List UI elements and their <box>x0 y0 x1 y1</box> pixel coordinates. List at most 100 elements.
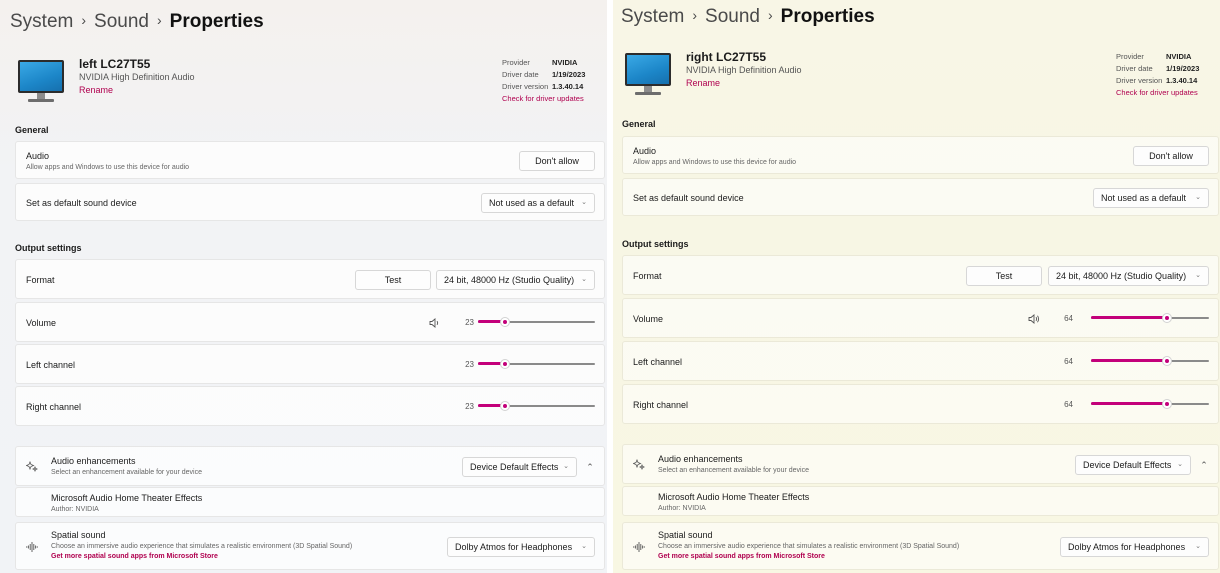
microsoft-store-link[interactable]: Get more spatial sound apps from Microso… <box>658 553 825 560</box>
monitor-icon <box>625 53 671 97</box>
rename-link[interactable]: Rename <box>686 78 720 88</box>
breadcrumb-system[interactable]: System <box>621 6 684 27</box>
enhancement-item-title: Microsoft Audio Home Theater Effects <box>658 492 810 502</box>
enhancement-item-card: Microsoft Audio Home Theater Effects Aut… <box>622 486 1219 516</box>
driver-date-label: Driver date <box>502 70 539 79</box>
left-channel-label: Left channel <box>633 357 683 367</box>
audio-description: Allow apps and Windows to use this devic… <box>633 159 797 166</box>
enhancement-item-author: Author: NVIDIA <box>658 505 706 512</box>
general-section-title: General <box>15 125 49 135</box>
breadcrumb-sound[interactable]: Sound <box>705 6 760 27</box>
output-section-title: Output settings <box>622 239 689 249</box>
driver-date-value: 1/19/2023 <box>552 70 586 79</box>
provider-value: NVIDIA <box>1166 52 1192 61</box>
audio-enhancements-label: Audio enhancements <box>658 454 743 464</box>
enhancements-value: Device Default Effects <box>470 462 559 472</box>
spatial-sound-icon <box>633 542 645 552</box>
chevron-down-icon: ⌄ <box>581 276 587 283</box>
format-card: Format Test 24 bit, 48000 Hz (Studio Qua… <box>15 259 605 299</box>
audio-enhancements-card: Audio enhancements Select an enhancement… <box>622 444 1219 484</box>
chevron-up-icon[interactable]: ⌃ <box>1197 458 1211 472</box>
test-button[interactable]: Test <box>966 266 1042 286</box>
enhancements-value: Device Default Effects <box>1083 460 1172 470</box>
default-device-value: Not used as a default <box>1101 193 1187 203</box>
driver-date-label: Driver date <box>1116 64 1153 73</box>
audio-enhancements-card: Audio enhancements Select an enhancement… <box>15 446 605 486</box>
volume-slider[interactable] <box>1091 313 1209 323</box>
right-channel-card: Right channel 23 <box>15 386 605 426</box>
spatial-sound-dropdown[interactable]: Dolby Atmos for Headphones ⌄ <box>1060 537 1209 557</box>
spatial-sound-label: Spatial sound <box>51 530 106 540</box>
breadcrumb-separator: › <box>767 7 773 23</box>
spatial-sound-description: Choose an immersive audio experience tha… <box>51 543 353 550</box>
speaker-icon[interactable] <box>1028 314 1040 324</box>
breadcrumb: System › Sound › Properties <box>10 11 264 33</box>
check-driver-updates-link[interactable]: Check for driver updates <box>1116 88 1198 97</box>
audio-enhancements-label: Audio enhancements <box>51 456 136 466</box>
right-channel-label: Right channel <box>26 402 82 412</box>
spatial-sound-description: Choose an immersive audio experience tha… <box>658 543 960 550</box>
breadcrumb-current: Properties <box>169 11 264 32</box>
breadcrumb-current: Properties <box>780 6 875 27</box>
breadcrumb: System › Sound › Properties <box>621 6 875 28</box>
right-channel-value: 64 <box>1064 400 1073 409</box>
format-card: Format Test 24 bit, 48000 Hz (Studio Qua… <box>622 255 1219 295</box>
breadcrumb-system[interactable]: System <box>10 11 73 32</box>
format-dropdown[interactable]: 24 bit, 48000 Hz (Studio Quality) ⌄ <box>1048 266 1209 286</box>
default-device-card: Set as default sound device Not used as … <box>622 178 1219 216</box>
enhancement-item-title: Microsoft Audio Home Theater Effects <box>51 493 203 503</box>
speaker-icon[interactable] <box>429 318 441 328</box>
volume-card: Volume 64 <box>622 298 1219 338</box>
enhancements-dropdown[interactable]: Device Default Effects ⌄ <box>462 457 577 477</box>
audio-label: Audio <box>633 146 657 156</box>
device-name: left LC27T55 <box>79 57 151 71</box>
right-channel-slider[interactable] <box>1091 399 1209 409</box>
enhancements-dropdown[interactable]: Device Default Effects ⌄ <box>1075 455 1191 475</box>
device-name: right LC27T55 <box>686 50 767 64</box>
volume-label: Volume <box>633 314 664 324</box>
dont-allow-button[interactable]: Don't allow <box>519 151 595 171</box>
format-dropdown[interactable]: 24 bit, 48000 Hz (Studio Quality) ⌄ <box>436 270 595 290</box>
provider-label: Provider <box>502 58 530 67</box>
spatial-sound-label: Spatial sound <box>658 530 713 540</box>
enhancement-item-card: Microsoft Audio Home Theater Effects Aut… <box>15 487 605 517</box>
right-channel-label: Right channel <box>633 400 689 410</box>
device-subtitle: NVIDIA High Definition Audio <box>686 65 802 75</box>
chevron-down-icon: ⌄ <box>1195 543 1201 550</box>
breadcrumb-sound[interactable]: Sound <box>94 11 149 32</box>
dont-allow-button[interactable]: Don't allow <box>1133 146 1209 166</box>
default-device-card: Set as default sound device Not used as … <box>15 183 605 221</box>
chevron-down-icon: ⌄ <box>563 463 569 470</box>
right-channel-slider[interactable] <box>478 401 595 411</box>
chevron-down-icon: ⌄ <box>1177 461 1183 468</box>
spatial-sound-dropdown[interactable]: Dolby Atmos for Headphones ⌄ <box>447 537 595 557</box>
volume-slider[interactable] <box>478 317 595 327</box>
audio-label: Audio <box>26 151 50 161</box>
volume-label: Volume <box>26 318 57 328</box>
left-channel-card: Left channel 64 <box>622 341 1219 381</box>
check-driver-updates-link[interactable]: Check for driver updates <box>502 94 584 103</box>
driver-info: Provider NVIDIA Driver date 1/19/2023 Driv… <box>1116 51 1199 99</box>
right-channel-value: 23 <box>465 402 474 411</box>
left-channel-slider[interactable] <box>478 359 595 369</box>
provider-label: Provider <box>1116 52 1144 61</box>
spatial-sound-icon <box>26 542 38 552</box>
rename-link[interactable]: Rename <box>79 85 113 95</box>
default-device-value: Not used as a default <box>489 198 575 208</box>
spatial-sound-value: Dolby Atmos for Headphones <box>455 542 573 552</box>
provider-value: NVIDIA <box>552 58 578 67</box>
audio-card: Audio Allow apps and Windows to use this… <box>622 136 1219 174</box>
left-channel-value: 64 <box>1064 357 1073 366</box>
microsoft-store-link[interactable]: Get more spatial sound apps from Microso… <box>51 553 218 560</box>
default-device-dropdown[interactable]: Not used as a default ⌄ <box>1093 188 1209 208</box>
monitor-icon <box>18 60 64 104</box>
test-button[interactable]: Test <box>355 270 431 290</box>
spatial-sound-card: Spatial sound Choose an immersive audio … <box>622 522 1219 570</box>
left-channel-slider[interactable] <box>1091 356 1209 366</box>
sparkle-icon <box>26 461 38 473</box>
volume-card: Volume 23 <box>15 302 605 342</box>
default-device-dropdown[interactable]: Not used as a default ⌄ <box>481 193 595 213</box>
sparkle-icon <box>633 459 645 471</box>
chevron-up-icon[interactable]: ⌃ <box>583 460 597 474</box>
left-channel-label: Left channel <box>26 360 76 370</box>
